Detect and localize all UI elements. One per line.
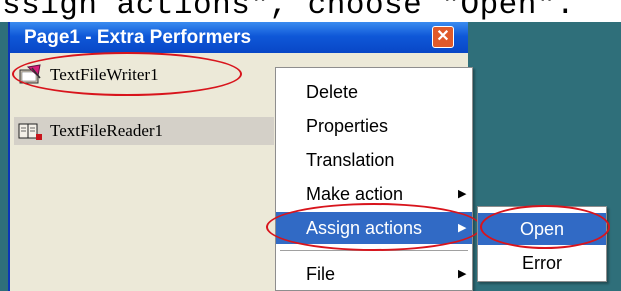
list-item-textfilereader[interactable]: TextFileReader1: [18, 117, 163, 145]
list-item-label: TextFileReader1: [50, 121, 164, 140]
instruction-caption: ssign actions", choose "Open".: [0, 0, 621, 22]
menu-item-label: File: [306, 264, 336, 284]
submenu-item-label: Error: [522, 253, 562, 273]
caption-text: ssign actions", choose "Open".: [2, 0, 576, 22]
menu-item-label: Properties: [306, 116, 389, 136]
menu-item-delete[interactable]: Delete: [276, 76, 472, 108]
menu-item-properties[interactable]: Properties: [276, 110, 472, 142]
context-menu: Delete Properties Translation Make actio…: [275, 67, 473, 291]
annotation-ellipse-assign: [266, 203, 482, 251]
close-button[interactable]: ✕: [432, 26, 454, 48]
window-title: Page1 - Extra Performers: [24, 27, 252, 48]
menu-item-translation[interactable]: Translation: [276, 144, 472, 176]
submenu-arrow-icon: ▶: [458, 188, 467, 200]
annotation-ellipse-open: [480, 205, 610, 249]
annotation-ellipse-writer: [12, 52, 242, 96]
window-titlebar: Page1 - Extra Performers ✕: [10, 22, 468, 53]
menu-item-label: Translation: [306, 150, 395, 170]
submenu-item-error[interactable]: Error: [478, 247, 606, 279]
close-icon: ✕: [436, 28, 450, 45]
text-file-reader-icon: [18, 120, 44, 142]
menu-item-label: Delete: [306, 82, 359, 102]
submenu-arrow-icon: ▶: [458, 268, 467, 280]
menu-item-file[interactable]: File ▶: [276, 258, 472, 290]
